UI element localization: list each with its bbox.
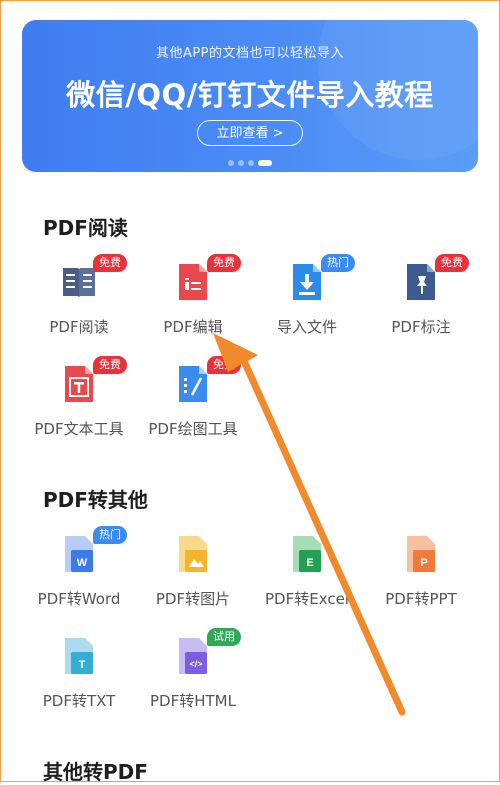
- tool-label: PDF转PPT: [385, 590, 457, 608]
- txt-file-icon: T: [65, 638, 93, 674]
- tool-label: 导入文件: [276, 318, 337, 336]
- banner-title: 微信/QQ/钉钉文件导入教程: [66, 78, 434, 112]
- svg-text:</>: </>: [189, 659, 202, 669]
- edit-document-icon: [179, 264, 207, 300]
- tool-pdf-edit[interactable]: 免费 PDF编辑: [131, 254, 255, 360]
- hot-badge: 热门: [93, 526, 127, 544]
- word-file-icon: W: [65, 536, 93, 572]
- hot-badge: 热门: [321, 254, 355, 272]
- tool-label: PDF转Word: [37, 590, 121, 608]
- svg-text:E: E: [306, 557, 313, 569]
- ppt-file-icon: P: [407, 536, 435, 572]
- section-title-pdf-read: PDF阅读: [43, 216, 128, 240]
- svg-text:W: W: [77, 557, 88, 569]
- import-icon: [293, 264, 321, 300]
- carousel-indicator[interactable]: [22, 160, 478, 166]
- carousel-dot[interactable]: [238, 160, 244, 166]
- tool-pdf-to-ppt[interactable]: P PDF转PPT: [359, 534, 483, 632]
- svg-text:P: P: [420, 557, 427, 569]
- tool-import-file[interactable]: 热门 导入文件: [245, 254, 369, 360]
- draw-tool-icon: [179, 366, 207, 402]
- tool-pdf-to-word[interactable]: W 热门 PDF转Word: [17, 526, 141, 632]
- tool-pdf-text[interactable]: 免费 PDF文本工具: [17, 356, 141, 462]
- text-tool-icon: [65, 366, 93, 402]
- carousel-dot-active[interactable]: [258, 160, 272, 166]
- tool-label: PDF绘图工具: [148, 420, 238, 438]
- tool-label: PDF转TXT: [42, 692, 116, 710]
- html-file-icon: </>: [179, 638, 207, 674]
- tool-label: PDF转图片: [155, 590, 231, 608]
- free-badge: 免费: [435, 254, 469, 272]
- free-badge: 免费: [207, 254, 241, 272]
- tool-label: PDF转HTML: [150, 692, 236, 710]
- trial-badge: 试用: [207, 628, 241, 646]
- tool-label: PDF阅读: [49, 318, 109, 336]
- pin-annotate-icon: [407, 264, 435, 300]
- tool-pdf-draw[interactable]: 免费 PDF绘图工具: [131, 356, 255, 462]
- tool-pdf-to-html[interactable]: </> 试用 PDF转HTML: [131, 628, 255, 734]
- tool-label: PDF编辑: [163, 318, 223, 336]
- import-tutorial-banner[interactable]: 其他APP的文档也可以轻松导入 微信/QQ/钉钉文件导入教程 立即查看 >: [22, 20, 478, 172]
- tool-pdf-to-excel[interactable]: E PDF转Excel: [245, 534, 369, 632]
- section-title-to-pdf: 其他转PDF: [43, 760, 148, 784]
- tool-pdf-annotate[interactable]: 免费 PDF标注: [359, 254, 483, 360]
- free-badge: 免费: [93, 356, 127, 374]
- free-badge: 免费: [93, 254, 127, 272]
- free-badge: 免费: [207, 356, 241, 374]
- tool-label: PDF标注: [391, 318, 451, 336]
- open-book-icon: [63, 268, 95, 298]
- svg-text:T: T: [79, 659, 86, 671]
- tool-pdf-to-image[interactable]: PDF转图片: [131, 534, 255, 632]
- image-file-icon: [179, 536, 207, 572]
- view-now-button[interactable]: 立即查看 >: [197, 120, 303, 146]
- banner-subtitle: 其他APP的文档也可以轻松导入: [155, 46, 345, 61]
- carousel-dot[interactable]: [248, 160, 254, 166]
- section-title-pdf-convert: PDF转其他: [43, 488, 148, 512]
- tool-label: PDF文本工具: [34, 420, 124, 438]
- excel-file-icon: E: [293, 536, 321, 572]
- carousel-dot[interactable]: [228, 160, 234, 166]
- tool-pdf-to-txt[interactable]: T PDF转TXT: [17, 636, 141, 734]
- tool-pdf-read[interactable]: 免费 PDF阅读: [17, 254, 141, 360]
- tool-label: PDF转Excel: [265, 590, 349, 608]
